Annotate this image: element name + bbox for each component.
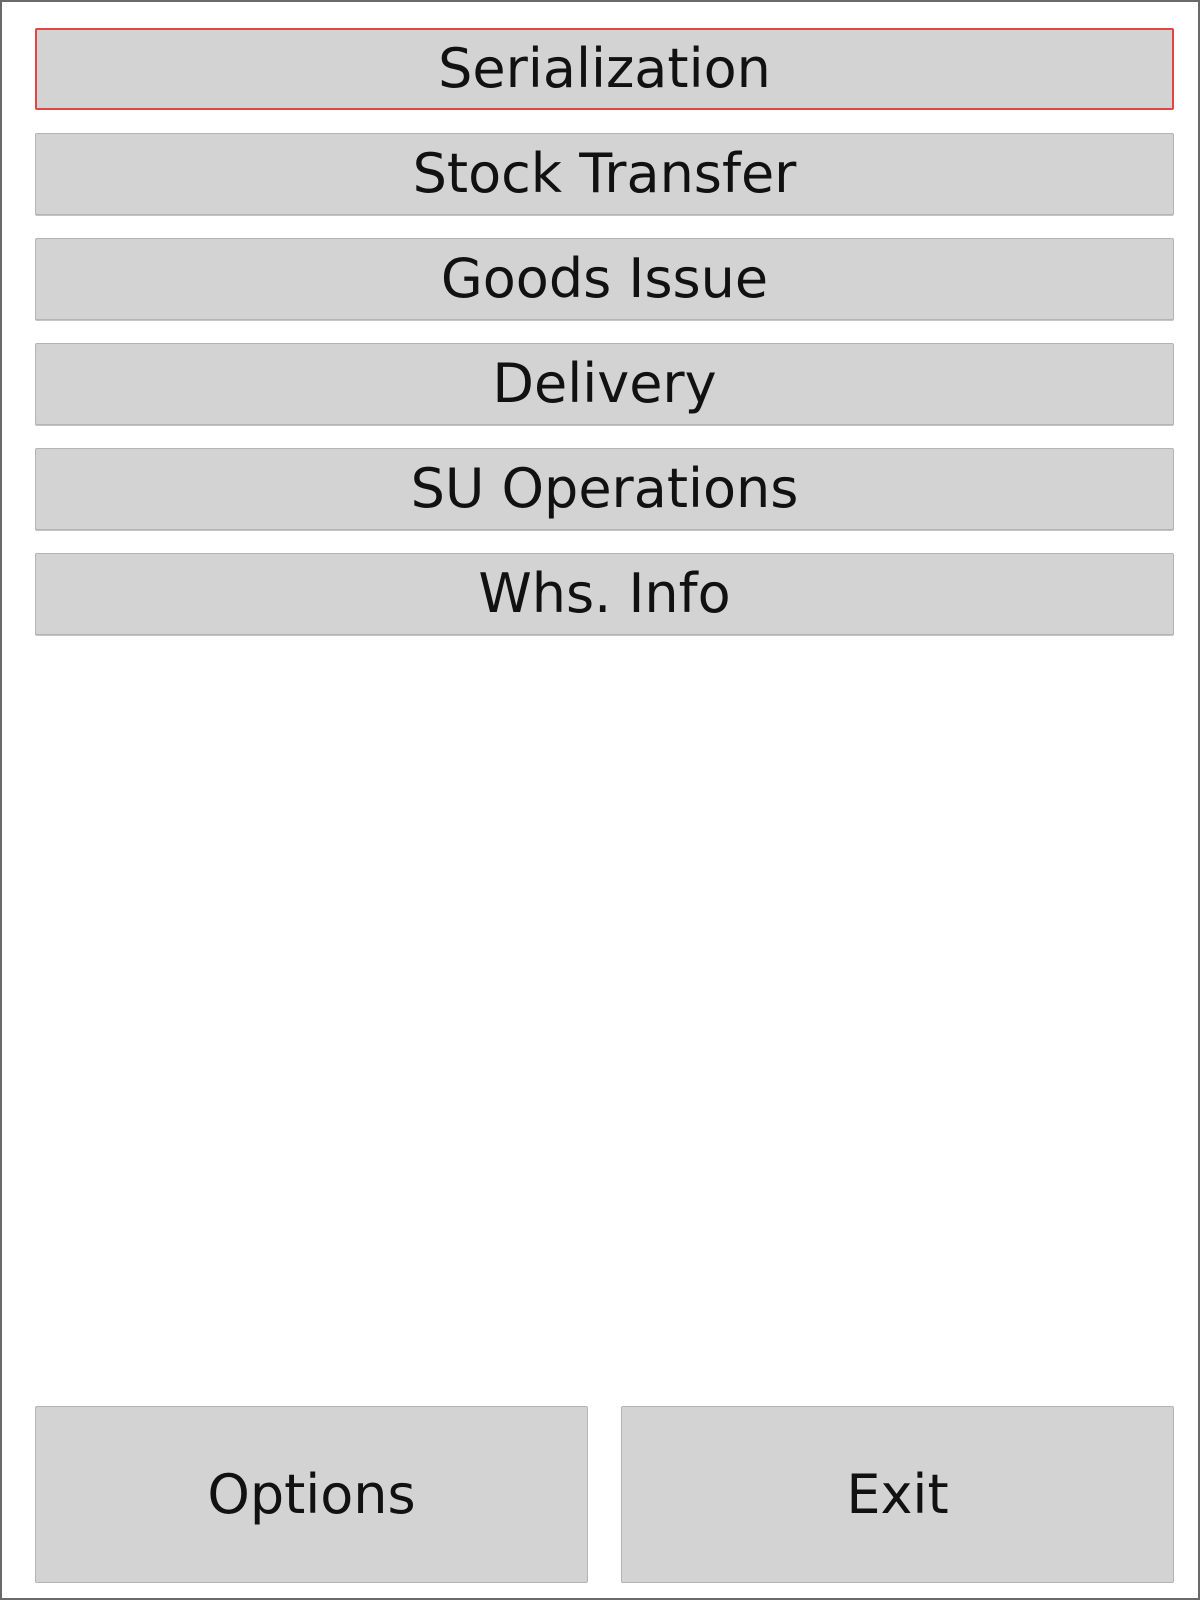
whs-info-button[interactable]: Whs. Info — [35, 553, 1174, 635]
delivery-button[interactable]: Delivery — [35, 343, 1174, 425]
options-button[interactable]: Options — [35, 1406, 588, 1583]
stock-transfer-button[interactable]: Stock Transfer — [35, 133, 1174, 215]
goods-issue-button[interactable]: Goods Issue — [35, 238, 1174, 320]
exit-button[interactable]: Exit — [621, 1406, 1174, 1583]
main-menu-window: Serialization Stock Transfer Goods Issue… — [0, 0, 1200, 1600]
bottom-button-bar: Options Exit — [35, 1406, 1174, 1583]
serialization-button[interactable]: Serialization — [35, 28, 1174, 110]
menu-list: Serialization Stock Transfer Goods Issue… — [35, 28, 1174, 658]
su-operations-button[interactable]: SU Operations — [35, 448, 1174, 530]
